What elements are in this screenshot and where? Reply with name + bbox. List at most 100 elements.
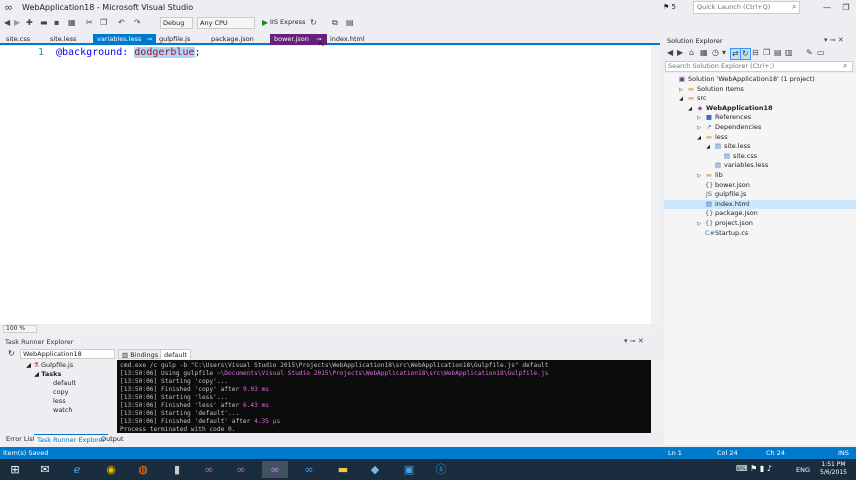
- pin-icon[interactable]: ⊸: [146, 35, 151, 43]
- history-icon[interactable]: ◷: [712, 48, 719, 58]
- tab-default[interactable]: default: [160, 349, 191, 359]
- show-all-files-icon[interactable]: ❐: [763, 48, 770, 58]
- tree-item[interactable]: C#Startup.cs: [664, 229, 856, 238]
- tree-item[interactable]: ◢ ▬ less: [664, 133, 856, 142]
- editor-horizontal-scrollbar[interactable]: [40, 325, 650, 333]
- visual-studio-preview-icon[interactable]: ∞: [262, 461, 288, 478]
- expand-icon[interactable]: ◢: [34, 370, 39, 378]
- comment-icon[interactable]: ▤: [346, 17, 354, 28]
- collapse-all-icon[interactable]: ⊟: [752, 48, 759, 58]
- forward-icon[interactable]: ▶: [14, 17, 20, 28]
- copy-icon[interactable]: ❐: [100, 17, 107, 28]
- refresh-icon[interactable]: ↻: [310, 17, 317, 28]
- back-icon[interactable]: ◀: [4, 17, 10, 28]
- solution-explorer-window-buttons[interactable]: ▾ ⊸ ✕: [824, 36, 844, 44]
- expand-icon[interactable]: ◢: [26, 361, 31, 369]
- file-explorer-icon[interactable]: ▬: [330, 461, 356, 478]
- properties-icon[interactable]: ✎: [806, 48, 813, 58]
- tab-variables-less[interactable]: variables.less ⊸ ✕: [93, 34, 156, 54]
- tree-item[interactable]: ▣ Solution 'WebApplication18' (1 project): [664, 75, 856, 84]
- tab-bindings[interactable]: ▥ Bindings: [118, 349, 163, 359]
- restore-button[interactable]: ❐: [837, 1, 855, 14]
- solution-search-input[interactable]: Search Solution Explorer (Ctrl+;): [665, 61, 853, 72]
- tree-item[interactable]: {} package.json: [664, 209, 856, 218]
- notification-flag-icon[interactable]: ⚑ 5: [663, 3, 676, 11]
- pin-icon[interactable]: ⊸: [630, 337, 636, 345]
- console-scrollbar[interactable]: [651, 360, 658, 433]
- code-editor[interactable]: [0, 46, 656, 324]
- task-item[interactable]: copy: [53, 388, 69, 396]
- input-language[interactable]: ENG: [796, 466, 810, 474]
- new-item-icon[interactable]: ✚: [26, 17, 33, 28]
- keyboard-icon[interactable]: ⌨: [736, 464, 748, 473]
- tree-item[interactable]: ◢ ◈ WebApplication18: [664, 104, 856, 113]
- copy-icon[interactable]: ▤: [774, 48, 782, 58]
- close-icon[interactable]: ✕: [838, 36, 844, 44]
- start-button-icon[interactable]: ⊞: [2, 461, 28, 478]
- open-folder-icon[interactable]: ▬: [40, 17, 48, 28]
- tree-item[interactable]: ▷{} project.json: [664, 219, 856, 228]
- skype-icon[interactable]: ⓢ: [428, 461, 454, 478]
- tree-item[interactable]: ▤ index.html: [664, 199, 856, 209]
- system-tray[interactable]: ⌨ ⚑ ▮ ♪: [736, 464, 772, 473]
- forward-icon[interactable]: ▶: [677, 48, 683, 58]
- run-icon[interactable]: ▶: [262, 17, 268, 28]
- search-icon[interactable]: ⌕: [792, 2, 796, 12]
- solution-config-select[interactable]: Debug: [160, 17, 193, 29]
- tab-output[interactable]: Output: [98, 434, 127, 444]
- tab-index-html[interactable]: index.html: [326, 34, 369, 45]
- terminal-app-icon[interactable]: ▮: [164, 461, 190, 478]
- undo-icon[interactable]: ↶: [118, 17, 125, 28]
- browser-link-icon[interactable]: ⧉: [332, 17, 338, 28]
- tab-package-json[interactable]: package.json: [207, 34, 258, 45]
- tree-item[interactable]: ▷ ↗ Dependencies: [664, 123, 856, 132]
- task-runner-window-buttons[interactable]: ▾ ⊸ ✕: [624, 337, 644, 345]
- tab-site-css[interactable]: site.css: [2, 34, 34, 45]
- store-app-icon[interactable]: ◆: [362, 461, 388, 478]
- firefox-icon[interactable]: ◍: [130, 461, 156, 478]
- internet-explorer-icon[interactable]: ℯ: [64, 461, 90, 478]
- refresh-icon[interactable]: ↻: [740, 48, 751, 60]
- pending-changes-icon[interactable]: ▾: [722, 48, 726, 58]
- switch-views-icon[interactable]: ▦: [700, 48, 708, 58]
- task-item[interactable]: watch: [53, 406, 73, 414]
- cut-icon[interactable]: ✂: [86, 17, 93, 28]
- save-all-icon[interactable]: ▦: [68, 17, 76, 28]
- clock[interactable]: 1:51 PM 5/6/2015: [820, 461, 847, 477]
- remote-desktop-icon[interactable]: ▣: [396, 461, 422, 478]
- home-icon[interactable]: ⌂: [689, 48, 694, 58]
- flag-icon[interactable]: ⚑: [750, 464, 757, 473]
- quick-launch-input[interactable]: Quick Launch (Ctrl+Q): [693, 1, 800, 14]
- tasks-group[interactable]: ◢ Tasks: [34, 370, 61, 378]
- gulpfile-node[interactable]: ◢ ⚗ Gulpfile.js: [26, 361, 73, 369]
- redo-icon[interactable]: ↷: [134, 17, 141, 28]
- tree-item[interactable]: JS gulpfile.js: [664, 190, 856, 199]
- save-icon[interactable]: ▪: [54, 17, 59, 28]
- tree-item[interactable]: ▷ ▬ lib: [664, 171, 856, 180]
- tree-item[interactable]: ▷ ▬ Solution Items: [664, 85, 856, 94]
- tree-item[interactable]: ◢ ▬ src: [664, 94, 856, 103]
- platform-select[interactable]: Any CPU: [197, 17, 255, 29]
- minimize-button[interactable]: —: [818, 1, 836, 14]
- chrome-icon[interactable]: ◉: [98, 461, 124, 478]
- view-code-icon[interactable]: ▥: [785, 48, 793, 58]
- editor-vertical-scrollbar[interactable]: [651, 46, 660, 324]
- task-item[interactable]: default: [53, 379, 76, 387]
- network-icon[interactable]: ▮: [760, 464, 764, 473]
- tree-item[interactable]: ▤ variables.less: [664, 161, 856, 170]
- dropdown-icon[interactable]: ▾: [824, 36, 828, 44]
- tab-site-less[interactable]: site.less: [46, 34, 80, 45]
- code-line[interactable]: @background: dodgerblue;: [56, 47, 201, 58]
- tab-error-list[interactable]: Error List: [3, 434, 38, 444]
- outlook-icon[interactable]: ✉: [32, 461, 58, 478]
- visual-studio-icon[interactable]: ∞: [196, 461, 222, 478]
- tree-item[interactable]: ▷ ■ References: [664, 113, 856, 122]
- pin-icon[interactable]: ⊸: [830, 36, 836, 44]
- task-output-console[interactable]: cmd.exe /c gulp -b "C:\Users\Visual Stud…: [117, 360, 651, 433]
- tab-gulpfile-js[interactable]: gulpfile.js: [155, 34, 194, 45]
- tree-item[interactable]: {} bower.json: [664, 181, 856, 190]
- visual-studio-icon[interactable]: ∞: [228, 461, 254, 478]
- refresh-icon[interactable]: ↻: [8, 349, 15, 358]
- run-target-button[interactable]: IIS Express: [270, 17, 305, 28]
- zoom-select[interactable]: 100 %: [3, 325, 37, 333]
